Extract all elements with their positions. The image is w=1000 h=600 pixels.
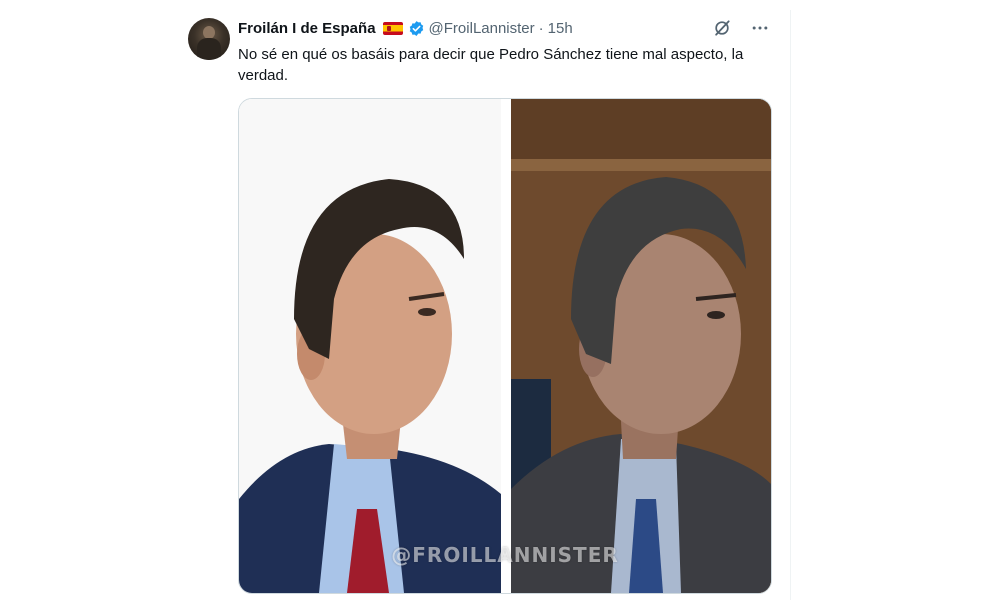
tweet-timestamp[interactable]: 15h: [548, 20, 573, 37]
verified-badge-icon[interactable]: [408, 20, 425, 37]
author-handle[interactable]: @FroilLannister: [429, 20, 535, 37]
tweet-text: No sé en qué os basáis para decir que Pe…: [238, 46, 744, 84]
portrait-left-photo[interactable]: [239, 99, 501, 593]
portrait-right-photo[interactable]: [511, 99, 771, 593]
tweet-actions: [712, 18, 770, 38]
avatar-body-shape: [197, 38, 221, 60]
grok-icon[interactable]: [712, 18, 732, 38]
more-options-icon[interactable]: [750, 18, 770, 38]
media-watermark: @FROILLANNISTER: [391, 543, 619, 567]
tweet-card[interactable]: Froilán I de España @FroilLannister · 15…: [178, 10, 791, 600]
spain-flag-icon: [382, 22, 403, 35]
separator-dot: ·: [538, 20, 544, 37]
tweet-header: Froilán I de España @FroilLannister · 15…: [238, 20, 573, 37]
media-gap: [501, 99, 511, 593]
avatar[interactable]: [188, 18, 230, 60]
tweet-media[interactable]: @FROILLANNISTER: [238, 98, 772, 594]
author-display-name[interactable]: Froilán I de España: [238, 20, 376, 37]
